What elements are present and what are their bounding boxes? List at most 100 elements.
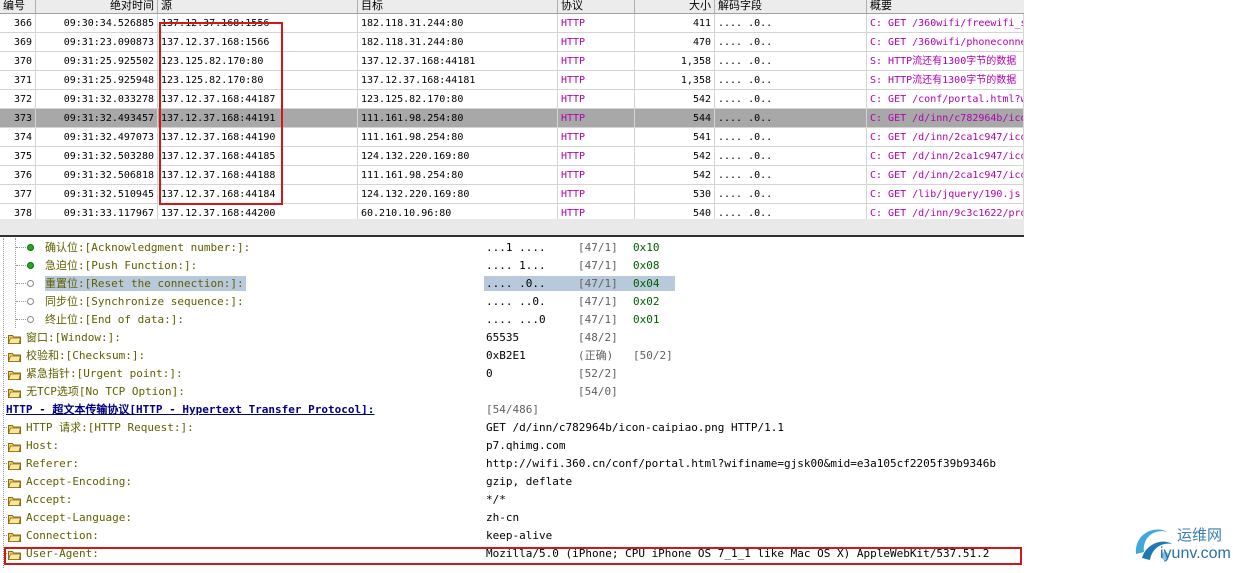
folder-icon xyxy=(7,331,22,344)
packet-destination: 123.125.82.170:80 xyxy=(358,90,558,109)
tcp-field-row[interactable]: 紧急指针:[Urgent point:]: 0 [52/2] xyxy=(0,364,1030,382)
packet-decode: .... .0.. xyxy=(715,14,867,33)
field-label: Accept-Encoding: xyxy=(26,475,132,488)
field-offset: [47/1] xyxy=(578,277,618,290)
protocol-title: HTTP - 超文本传输协议[HTTP - Hypertext Transfer… xyxy=(6,403,375,416)
column-header-size[interactable]: 大小 xyxy=(635,0,715,13)
column-header-no[interactable]: 编号 xyxy=(0,0,36,13)
field-offset: [54/486] xyxy=(486,403,539,416)
packet-number: 377 xyxy=(0,185,36,204)
packet-size: 1,358 xyxy=(635,52,715,71)
packet-summary: C: GET /360wifi/freewifi_s xyxy=(867,14,1024,33)
tree-branch xyxy=(16,301,26,302)
tcp-flag-row[interactable]: 确认位:[Acknowledgment number:]: ...1 .... [4… xyxy=(0,238,1030,256)
pane-splitter[interactable] xyxy=(0,219,1024,237)
folder-icon xyxy=(7,367,22,380)
column-header-summary[interactable]: 概要 xyxy=(867,0,1024,13)
packet-number: 371 xyxy=(0,71,36,90)
column-header-source[interactable]: 源 xyxy=(158,0,358,13)
tcp-flag-row[interactable]: 终止位:[End of data:]: .... ...0 [47/1] 0x01 xyxy=(0,310,1030,328)
field-value: GET /d/inn/c782964b/icon-caipiao.png HTT… xyxy=(486,421,785,434)
folder-icon xyxy=(7,511,22,524)
field-hex: 0x10 xyxy=(633,241,660,254)
http-field-row[interactable]: Referer: http://wifi.360.cn/conf/portal.h… xyxy=(0,454,1030,472)
packet-row[interactable]: 370 09:31:25.925502 123.125.82.170:80 137.1… xyxy=(0,52,1024,71)
http-protocol-header[interactable]: HTTP - 超文本传输协议[HTTP - Hypertext Transfer… xyxy=(0,400,1030,418)
column-header-destination[interactable]: 目标 xyxy=(358,0,558,13)
packet-destination: 182.118.31.244:80 xyxy=(358,14,558,33)
packet-row[interactable]: 369 09:31:23.090873 137.12.37.168:1566 182.… xyxy=(0,33,1024,52)
packet-number: 366 xyxy=(0,14,36,33)
http-field-row[interactable]: Accept-Encoding: gzip, deflate xyxy=(0,472,1030,490)
packet-destination: 111.161.98.254:80 xyxy=(358,128,558,147)
field-label: Accept-Language: xyxy=(26,511,132,524)
http-field-row[interactable]: Accept: */* xyxy=(0,490,1030,508)
packet-row[interactable]: 377 09:31:32.510945 137.12.37.168:44184 124… xyxy=(0,185,1024,204)
packet-row[interactable]: 374 09:31:32.497073 137.12.37.168:44190 111… xyxy=(0,128,1024,147)
http-field-row[interactable]: HTTP 请求:[HTTP Request:]: GET /d/inn/c7829… xyxy=(0,418,1030,436)
field-label: 无TCP选项[No TCP Option]: xyxy=(26,385,185,398)
field-label: 重置位:[Reset the connection:]: xyxy=(45,276,246,291)
packet-row[interactable]: 376 09:31:32.506818 137.12.37.168:44188 111… xyxy=(0,166,1024,185)
packet-time: 09:30:34.526885 xyxy=(36,14,158,33)
packet-summary: C: GET /lib/jquery/190.js xyxy=(867,185,1024,204)
http-field-row[interactable]: Host: p7.qhimg.com xyxy=(0,436,1030,454)
packet-protocol: HTTP xyxy=(558,14,635,33)
folder-icon xyxy=(7,439,22,452)
field-value: http://wifi.360.cn/conf/portal.html?wifi… xyxy=(486,457,996,470)
tcp-flag-row[interactable]: 重置位:[Reset the connection:]: .... .0.. [47… xyxy=(0,274,1030,292)
field-value: .... .0.. xyxy=(486,277,546,290)
packet-decode: .... .0.. xyxy=(715,166,867,185)
packet-source: 137.12.37.168:44200 xyxy=(158,204,358,219)
field-label: 确认位:[Acknowledgment number:]: xyxy=(45,241,251,254)
field-value: 0xB2E1 xyxy=(486,349,526,362)
field-value: .... ...0 xyxy=(486,313,546,326)
packet-destination: 124.132.220.169:80 xyxy=(358,185,558,204)
field-hex: 0x04 xyxy=(633,277,660,290)
field-offset: [47/1] xyxy=(578,295,618,308)
packet-time: 09:31:32.497073 xyxy=(36,128,158,147)
tree-branch xyxy=(16,247,26,248)
tcp-flag-row[interactable]: 急迫位:[Push Function:]: .... 1... [47/1] 0x08 xyxy=(0,256,1030,274)
packet-list-header: 编号 绝对时间 源 目标 协议 大小 解码字段 概要 xyxy=(0,0,1024,14)
packet-row[interactable]: 372 09:31:32.033278 137.12.37.168:44187 123… xyxy=(0,90,1024,109)
packet-row[interactable]: 375 09:31:32.503280 137.12.37.168:44185 124… xyxy=(0,147,1024,166)
packet-number: 376 xyxy=(0,166,36,185)
packet-destination: 111.161.98.254:80 xyxy=(358,109,558,128)
packet-size: 470 xyxy=(635,33,715,52)
flag-clear-icon xyxy=(27,298,34,305)
packet-time: 09:31:32.506818 xyxy=(36,166,158,185)
tcp-field-row[interactable]: 校验和:[Checksum:]: 0xB2E1 (正确) [50/2] xyxy=(0,346,1030,364)
column-header-protocol[interactable]: 协议 xyxy=(558,0,635,13)
packet-protocol: HTTP xyxy=(558,33,635,52)
packet-destination: 137.12.37.168:44181 xyxy=(358,52,558,71)
flag-clear-icon xyxy=(27,280,34,287)
packet-number: 374 xyxy=(0,128,36,147)
tcp-field-row[interactable]: 无TCP选项[No TCP Option]: [54/0] xyxy=(0,382,1030,400)
packet-row[interactable]: 371 09:31:25.925948 123.125.82.170:80 137.1… xyxy=(0,71,1024,90)
tcp-flag-row[interactable]: 同步位:[Synchronize sequence:]: .... ..0. [47… xyxy=(0,292,1030,310)
field-value: 0 xyxy=(486,367,493,380)
packet-summary: C: GET /conf/portal.html?w xyxy=(867,90,1024,109)
tcp-field-row[interactable]: 窗口:[Window:]: 65535 [48/2] xyxy=(0,328,1030,346)
column-header-decode[interactable]: 解码字段 xyxy=(715,0,867,13)
packet-destination: 182.118.31.244:80 xyxy=(358,33,558,52)
folder-icon xyxy=(7,493,22,506)
packet-source: 137.12.37.168:44187 xyxy=(158,90,358,109)
packet-destination: 60.210.10.96:80 xyxy=(358,204,558,219)
packet-time: 09:31:32.510945 xyxy=(36,185,158,204)
packet-source: 137.12.37.168:44191 xyxy=(158,109,358,128)
packet-destination: 137.12.37.168:44181 xyxy=(358,71,558,90)
packet-detail-tree: 确认位:[Acknowledgment number:]: ...1 .... [4… xyxy=(0,238,1030,568)
packet-time: 09:31:23.090873 xyxy=(36,33,158,52)
packet-row[interactable]: 378 09:31:33.117967 137.12.37.168:44200 60.… xyxy=(0,204,1024,219)
folder-icon xyxy=(7,385,22,398)
packet-source: 123.125.82.170:80 xyxy=(158,52,358,71)
http-field-row[interactable]: Accept-Language: zh-cn xyxy=(0,508,1030,526)
field-value: keep-alive xyxy=(486,529,553,542)
packet-row[interactable]: 366 09:30:34.526885 137.12.37.168:1556 182.… xyxy=(0,14,1024,33)
packet-row-selected[interactable]: 373 09:31:32.493457 137.12.37.168:44191 111… xyxy=(0,109,1024,128)
column-header-time[interactable]: 绝对时间 xyxy=(36,0,158,13)
packet-decode: .... .0.. xyxy=(715,185,867,204)
http-field-row[interactable]: Connection: keep-alive xyxy=(0,526,1030,544)
